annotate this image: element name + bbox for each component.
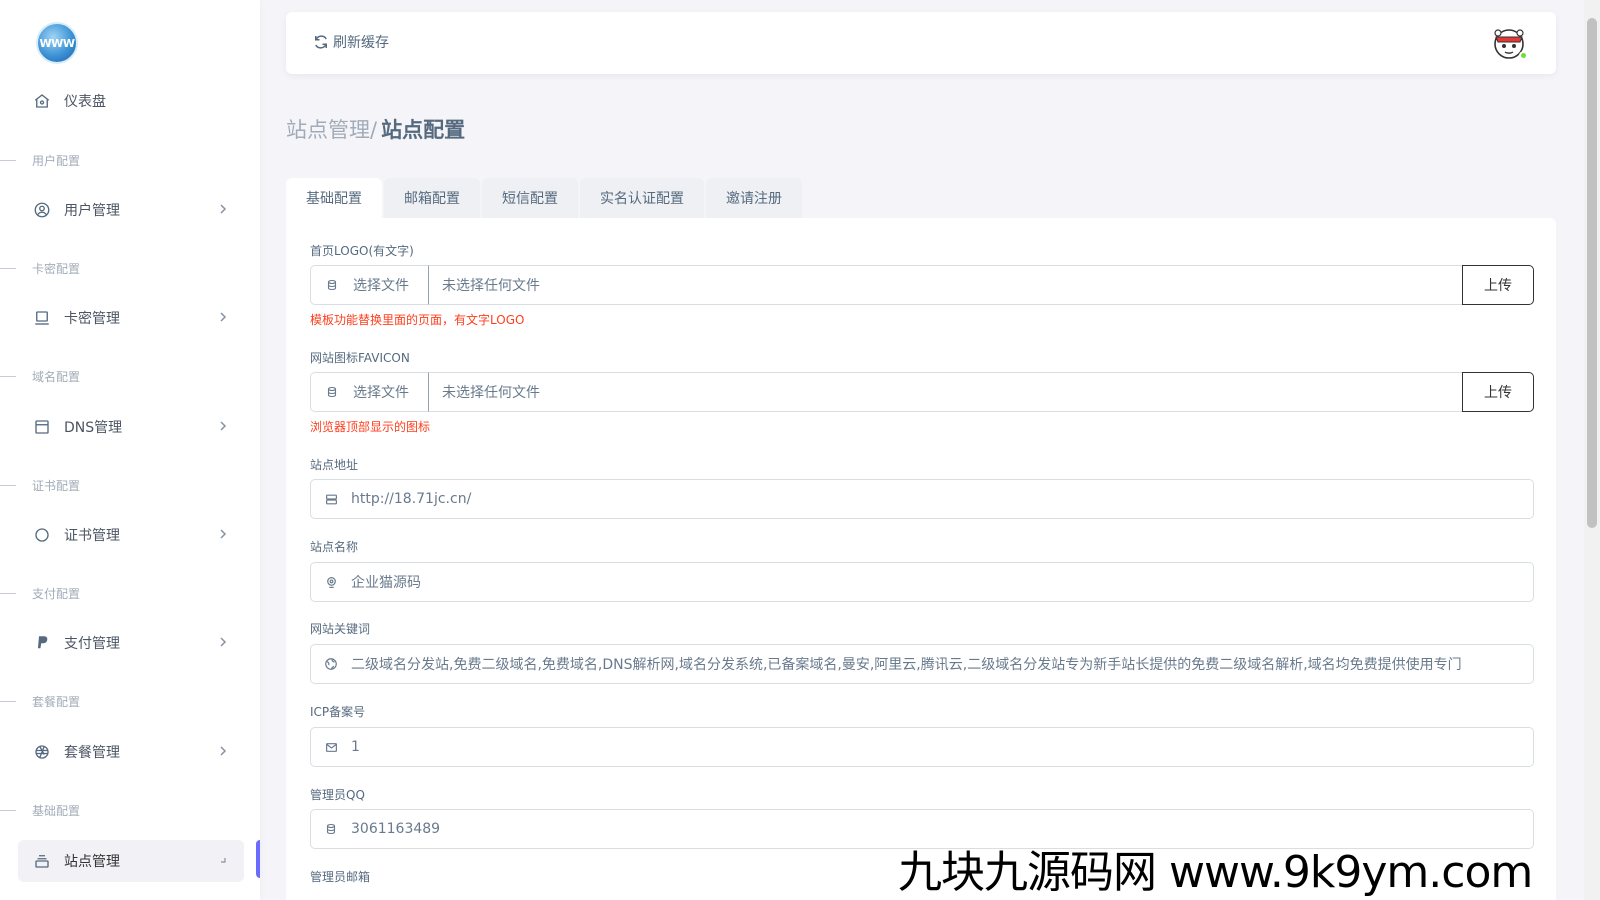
breadcrumb-current: 站点配置 — [381, 118, 466, 142]
sidebar-item-users[interactable]: 用户管理 — [18, 189, 244, 231]
sidebar-item-label: DNS管理 — [64, 420, 123, 436]
chevron-right-icon — [216, 419, 230, 433]
stack-icon — [32, 851, 52, 871]
favicon-upload-button[interactable]: 上传 — [1462, 372, 1534, 412]
database-icon — [311, 386, 353, 398]
circle-icon — [32, 525, 52, 545]
section-header-basic: 基础配置 — [0, 802, 200, 818]
window-icon — [32, 417, 52, 437]
chevron-right-icon — [216, 527, 230, 541]
database-icon — [311, 810, 351, 848]
site-logo[interactable]: WWW — [36, 22, 78, 64]
section-header-plan: 套餐配置 — [0, 693, 200, 709]
logo-upload-button[interactable]: 上传 — [1462, 265, 1534, 305]
chevron-right-icon — [216, 310, 230, 324]
mail-icon — [311, 728, 351, 766]
sidebar-item-payments[interactable]: 支付管理 — [18, 622, 244, 664]
database-icon — [311, 279, 353, 291]
watermark-text: 九块九源码网 www.9k9ym.com — [898, 847, 1533, 898]
sidebar-item-site[interactable]: 站点管理 — [18, 840, 244, 882]
section-header-domain: 域名配置 — [0, 368, 200, 384]
home-icon — [32, 91, 52, 111]
admin-email-label: 管理员邮箱 — [310, 870, 371, 884]
sidebar: WWW 仪表盘 用户配置 用户管理 卡密配置 卡密管理 域名配置 DNS管理 证… — [0, 0, 260, 900]
config-form-card: 首页LOGO(有文字) 选择文件 未选择任何文件 上传 模板功能替换里面的页面，… — [286, 218, 1556, 900]
chevron-right-icon — [216, 635, 230, 649]
sidebar-item-label: 套餐管理 — [64, 745, 120, 761]
top-navbar: 刷新缓存 — [286, 12, 1556, 74]
refresh-cache-button[interactable]: 刷新缓存 — [312, 32, 389, 52]
logo-label: 首页LOGO(有文字) — [310, 244, 414, 258]
sidebar-item-cards[interactable]: 卡密管理 — [18, 297, 244, 339]
tab-basic[interactable]: 基础配置 — [286, 178, 382, 218]
sidebar-item-label: 证书管理 — [64, 528, 120, 544]
globe-icon — [311, 645, 351, 683]
chevron-down-icon — [216, 853, 230, 867]
favicon-file-name: 未选择任何文件 — [428, 372, 1462, 412]
sidebar-item-dashboard[interactable]: 仪表盘 — [18, 80, 244, 122]
breadcrumb-parent[interactable]: 站点管理/ — [286, 114, 377, 144]
refresh-icon — [312, 33, 330, 51]
admin-qq-label: 管理员QQ — [310, 788, 365, 802]
tab-sms[interactable]: 短信配置 — [482, 178, 578, 218]
site-name-input[interactable]: 企业猫源码 — [310, 562, 1534, 602]
refresh-label: 刷新缓存 — [333, 35, 389, 51]
webcam-icon — [311, 563, 351, 601]
section-header-cert: 证书配置 — [0, 477, 200, 493]
icp-label: ICP备案号 — [310, 705, 366, 719]
favicon-file-group: 选择文件 未选择任何文件 上传 — [310, 372, 1534, 412]
sidebar-item-plans[interactable]: 套餐管理 — [18, 731, 244, 773]
sidebar-item-label: 卡密管理 — [64, 311, 120, 327]
sidebar-item-certs[interactable]: 证书管理 — [18, 514, 244, 556]
scrollbar-thumb[interactable] — [1587, 18, 1597, 528]
logo-file-name: 未选择任何文件 — [428, 265, 1462, 305]
avatar[interactable] — [1492, 26, 1528, 60]
logo-choose-file-button[interactable]: 选择文件 — [310, 265, 428, 305]
chevron-right-icon — [216, 202, 230, 216]
sidebar-item-label: 用户管理 — [64, 203, 120, 219]
sidebar-item-label: 支付管理 — [64, 636, 120, 652]
section-header-pay: 支付配置 — [0, 585, 200, 601]
card-icon — [32, 308, 52, 328]
section-header-card: 卡密配置 — [0, 260, 200, 276]
chevron-right-icon — [216, 744, 230, 758]
paypal-icon — [32, 633, 52, 653]
page-title: 站点管理/ 站点配置 — [286, 114, 465, 144]
active-indicator — [256, 840, 260, 878]
logo-file-group: 选择文件 未选择任何文件 上传 — [310, 265, 1534, 305]
sidebar-item-label: 仪表盘 — [64, 94, 106, 110]
favicon-label: 网站图标FAVICON — [310, 351, 410, 365]
config-tabs: 基础配置 邮箱配置 短信配置 实名认证配置 邀请注册 — [286, 178, 804, 218]
aperture-icon — [32, 742, 52, 762]
section-header-user: 用户配置 — [0, 152, 200, 168]
tab-email[interactable]: 邮箱配置 — [384, 178, 480, 218]
sidebar-item-dns[interactable]: DNS管理 — [18, 406, 244, 448]
favicon-hint: 浏览器顶部显示的图标 — [310, 420, 431, 434]
tab-invite[interactable]: 邀请注册 — [706, 178, 802, 218]
keywords-label: 网站关键词 — [310, 622, 371, 636]
site-url-label: 站点地址 — [310, 458, 359, 472]
site-url-input[interactable]: http://18.71jc.cn/ — [310, 479, 1534, 519]
user-circle-icon — [32, 200, 52, 220]
tab-realname[interactable]: 实名认证配置 — [580, 178, 704, 218]
sidebar-item-label: 站点管理 — [64, 854, 120, 870]
icp-input[interactable]: 1 — [310, 727, 1534, 767]
site-name-label: 站点名称 — [310, 540, 359, 554]
online-status-dot — [1519, 51, 1528, 60]
logo-hint: 模板功能替换里面的页面，有文字LOGO — [310, 313, 525, 327]
keywords-input[interactable]: 二级域名分发站,免费二级域名,免费域名,DNS解析网,域名分发系统,已备案域名,… — [310, 644, 1534, 684]
server-icon — [311, 480, 351, 518]
page-scrollbar[interactable] — [1584, 0, 1600, 900]
favicon-choose-file-button[interactable]: 选择文件 — [310, 372, 428, 412]
